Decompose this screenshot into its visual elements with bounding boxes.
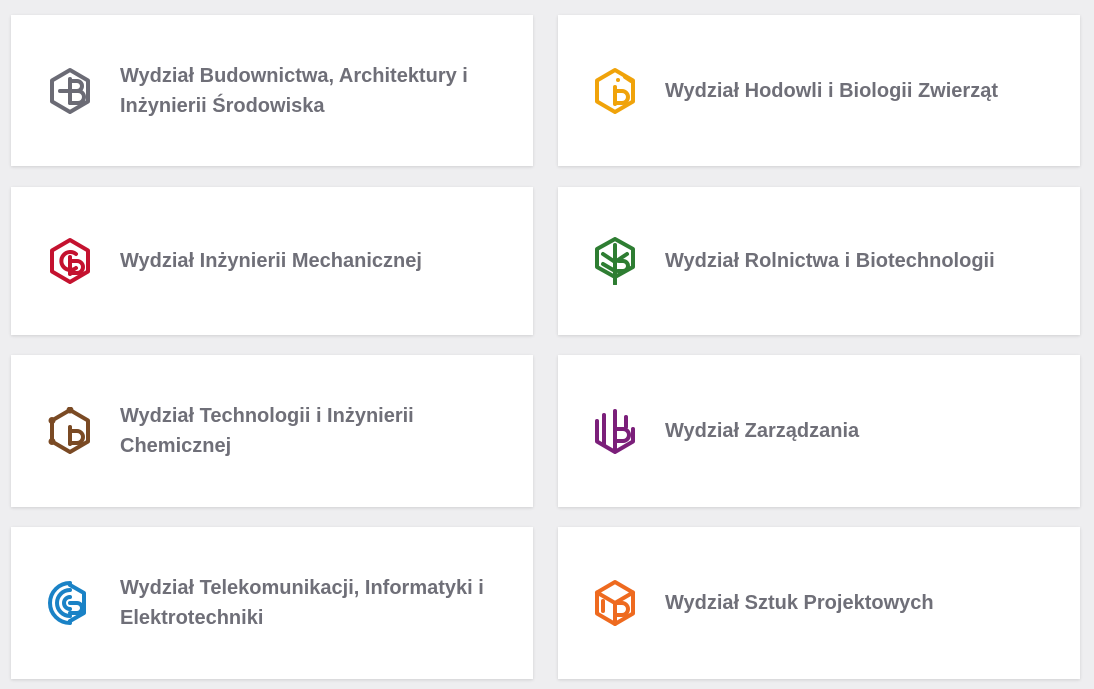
- faculty-card-civil-architecture[interactable]: Wydział Budownictwa, Architektury i Inży…: [11, 15, 533, 166]
- faculty-chemical-logo-icon: [46, 407, 94, 455]
- faculty-label: Wydział Hodowli i Biologii Zwierząt: [665, 79, 998, 102]
- faculty-label: Wydział Zarządzania: [665, 420, 860, 442]
- faculty-label: Wydział Inżynierii Mechanicznej: [120, 250, 422, 272]
- faculty-card-agriculture[interactable]: Wydział Rolnictwa i Biotechnologii: [558, 187, 1080, 335]
- faculty-animal-breeding-logo-icon: [591, 67, 639, 115]
- faculty-card-design-arts[interactable]: Wydział Sztuk Projektowych: [558, 527, 1080, 679]
- faculty-management-logo-icon: [591, 407, 639, 455]
- faculty-label: Wydział Rolnictwa i Biotechnologii: [665, 250, 995, 272]
- faculty-grid: Wydział Budownictwa, Architektury i Inży…: [0, 0, 1094, 689]
- faculty-agriculture-leaf-logo-icon: [591, 237, 639, 285]
- faculty-label: Wydział Technologii i Inżynierii Chemicz…: [120, 405, 414, 457]
- faculty-card-mechanical[interactable]: Wydział Inżynierii Mechanicznej: [11, 187, 533, 335]
- faculty-mechanical-logo-icon: [46, 237, 94, 285]
- faculty-card-telecom[interactable]: Wydział Telekomunikacji, Informatyki i E…: [11, 527, 533, 679]
- faculty-card-animal-breeding[interactable]: Wydział Hodowli i Biologii Zwierząt: [558, 15, 1080, 166]
- faculty-label: Wydział Sztuk Projektowych: [665, 592, 934, 614]
- faculty-telecom-logo-icon: [46, 579, 94, 627]
- faculty-design-arts-logo-icon: [591, 579, 639, 627]
- faculty-civil-architecture-logo-icon: [46, 67, 94, 115]
- faculty-card-management[interactable]: Wydział Zarządzania: [558, 355, 1080, 507]
- faculty-label: Wydział Telekomunikacji, Informatyki i E…: [120, 577, 484, 629]
- faculty-label: Wydział Budownictwa, Architektury i Inży…: [120, 64, 468, 117]
- faculty-card-chemical[interactable]: Wydział Technologii i Inżynierii Chemicz…: [11, 355, 533, 507]
